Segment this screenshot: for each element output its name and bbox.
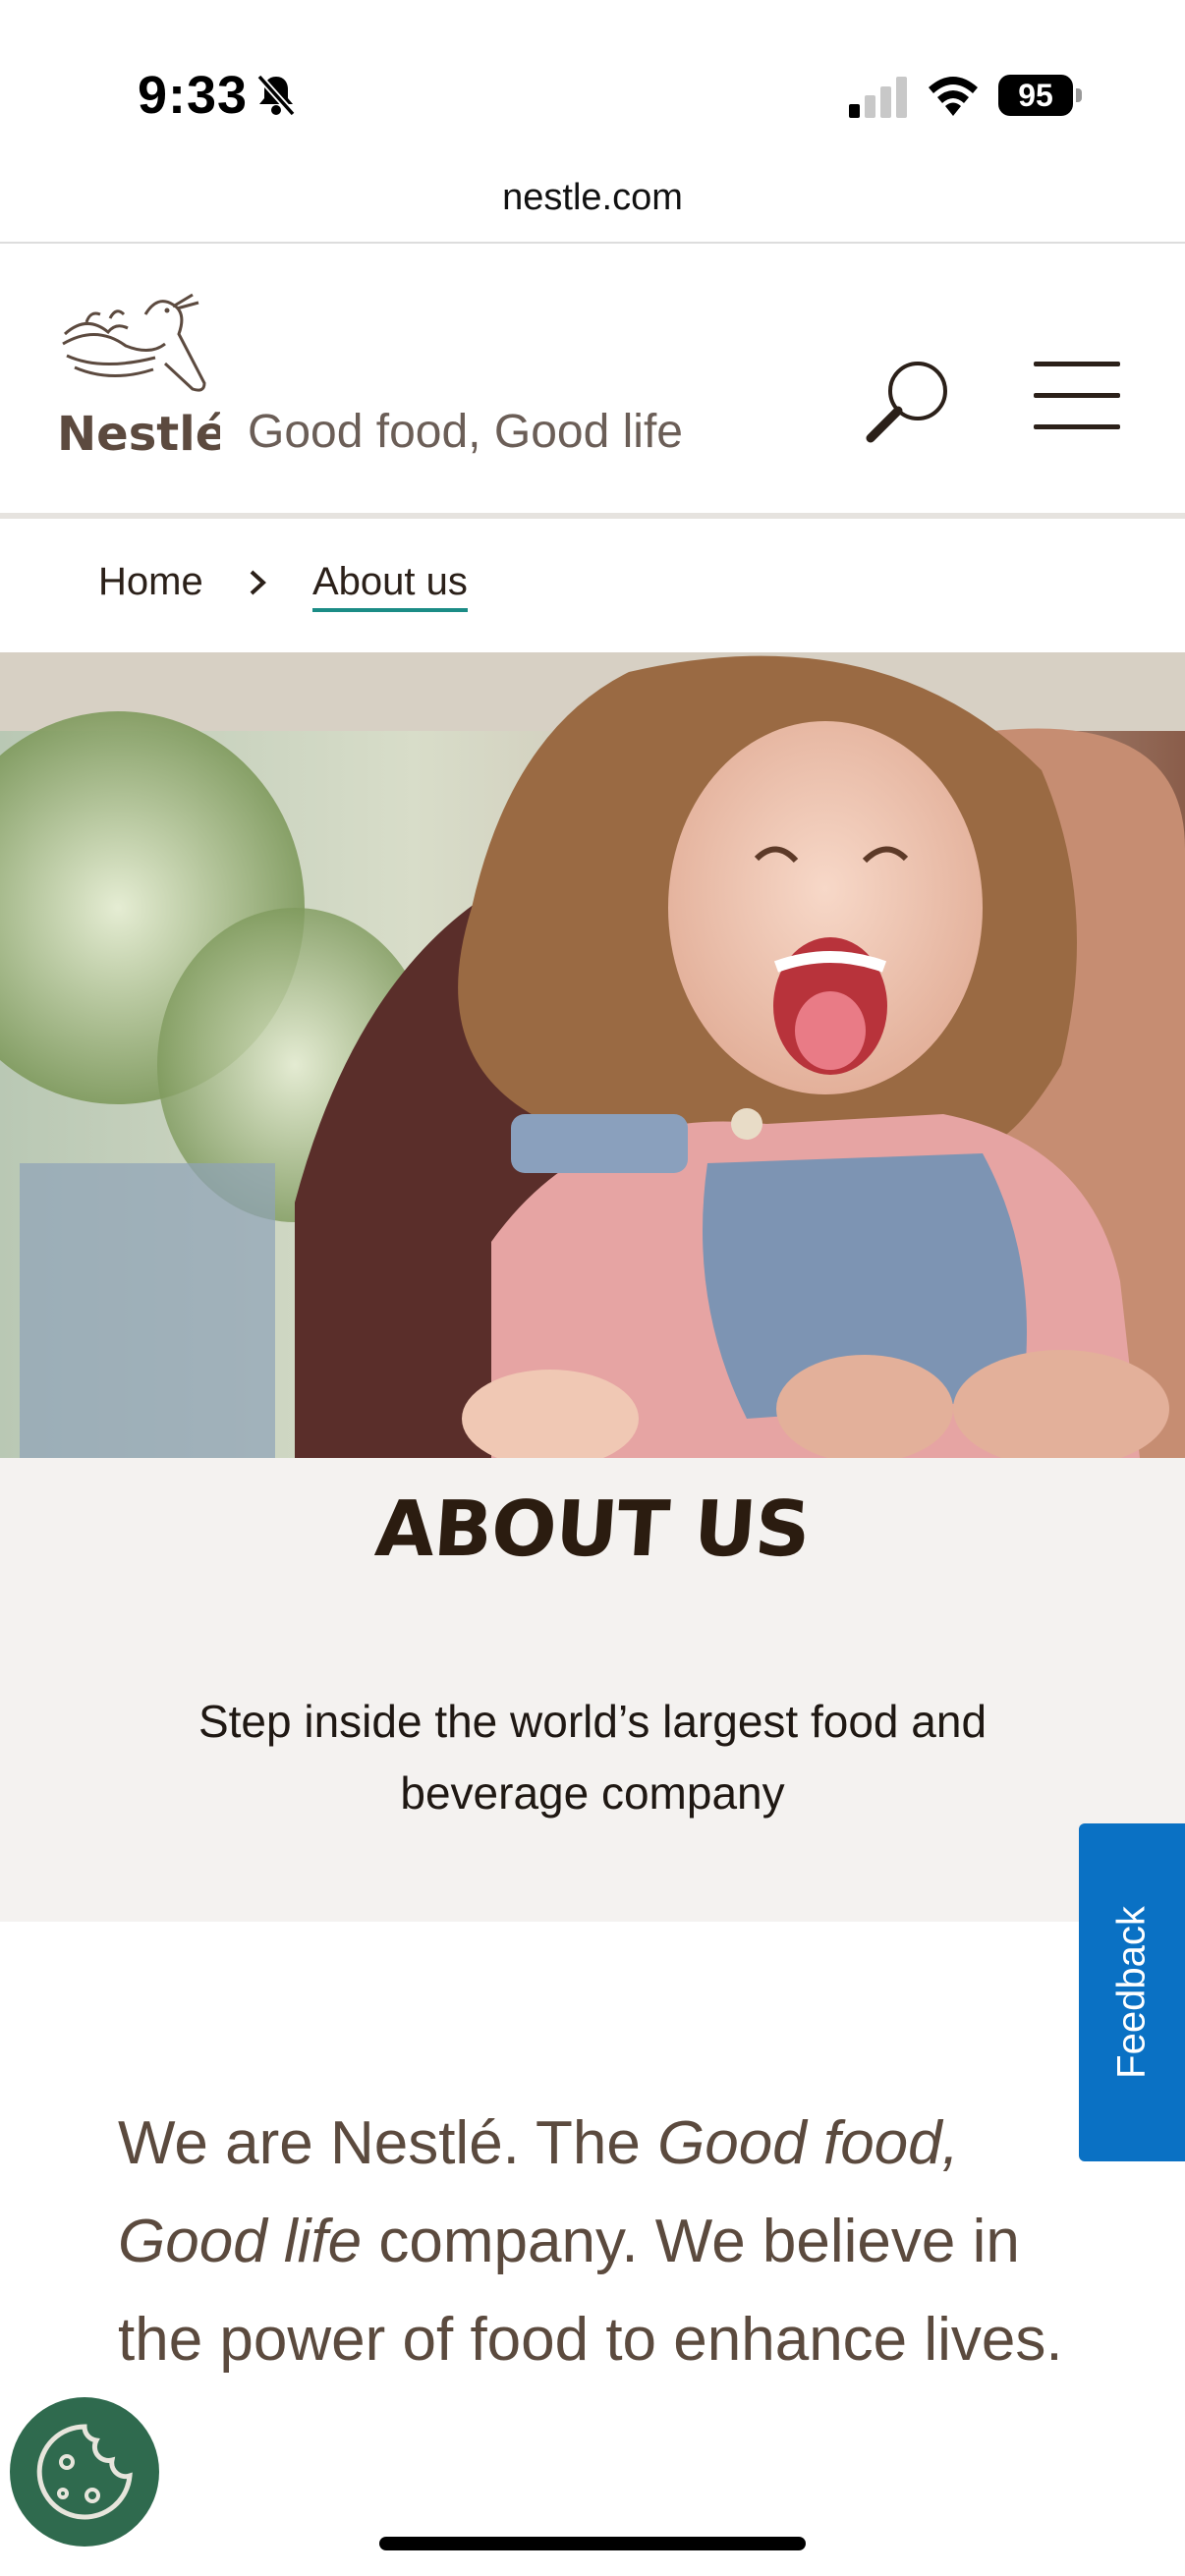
search-icon[interactable]	[861, 354, 955, 448]
wifi-icon	[929, 77, 978, 116]
breadcrumb-current[interactable]: About us	[312, 560, 468, 612]
feedback-label: Feedback	[1109, 1906, 1154, 2079]
cookie-settings-button[interactable]	[10, 2397, 159, 2547]
cookie-icon	[36, 2424, 133, 2520]
status-time: 9:33	[138, 66, 249, 125]
intro-paragraph: We are Nestlé. The Good food, Good life …	[118, 2095, 1100, 2389]
page-subtitle: Step inside the world’s largest food and…	[198, 1696, 988, 1819]
battery-level: 95	[998, 75, 1073, 116]
address-bar-url[interactable]: nestle.com	[0, 177, 1185, 219]
battery-icon: 95	[998, 75, 1083, 116]
tagline: Good food, Good life	[248, 406, 683, 458]
signal-icon	[849, 77, 907, 118]
feedback-button[interactable]: Feedback	[1079, 1823, 1185, 2161]
logo-wordmark: Nestlé	[57, 407, 220, 458]
breadcrumb: Home About us	[0, 519, 1185, 652]
breadcrumb-home-link[interactable]: Home	[98, 560, 203, 604]
intro-text-part1: We are Nestlé. The	[118, 2109, 658, 2177]
page-title: ABOUT US	[372, 1485, 813, 1574]
hamburger-menu-icon[interactable]	[1034, 362, 1122, 430]
site-header: Nestlé Good food, Good life	[0, 244, 1185, 515]
bell-slash-icon	[256, 74, 296, 117]
about-section: ABOUT US Step inside the world’s largest…	[0, 1458, 1185, 1922]
hero-image	[0, 652, 1185, 1458]
nestle-logo[interactable]: Nestlé	[57, 285, 220, 458]
status-bar: 9:33 95 nestle.com	[0, 0, 1185, 244]
chevron-right-icon	[250, 570, 266, 595]
home-indicator	[379, 2537, 806, 2550]
